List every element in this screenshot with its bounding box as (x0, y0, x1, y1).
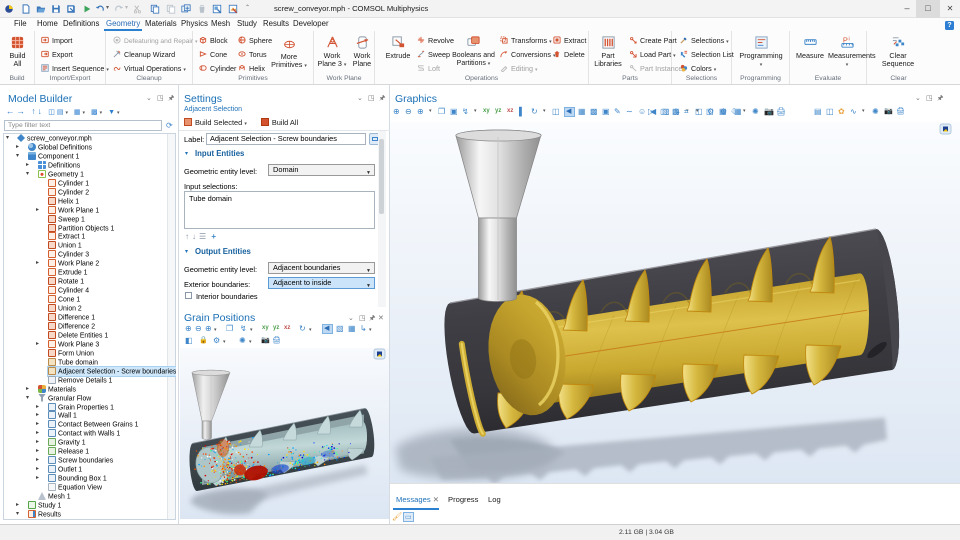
svg-text:i: i (848, 37, 849, 43)
